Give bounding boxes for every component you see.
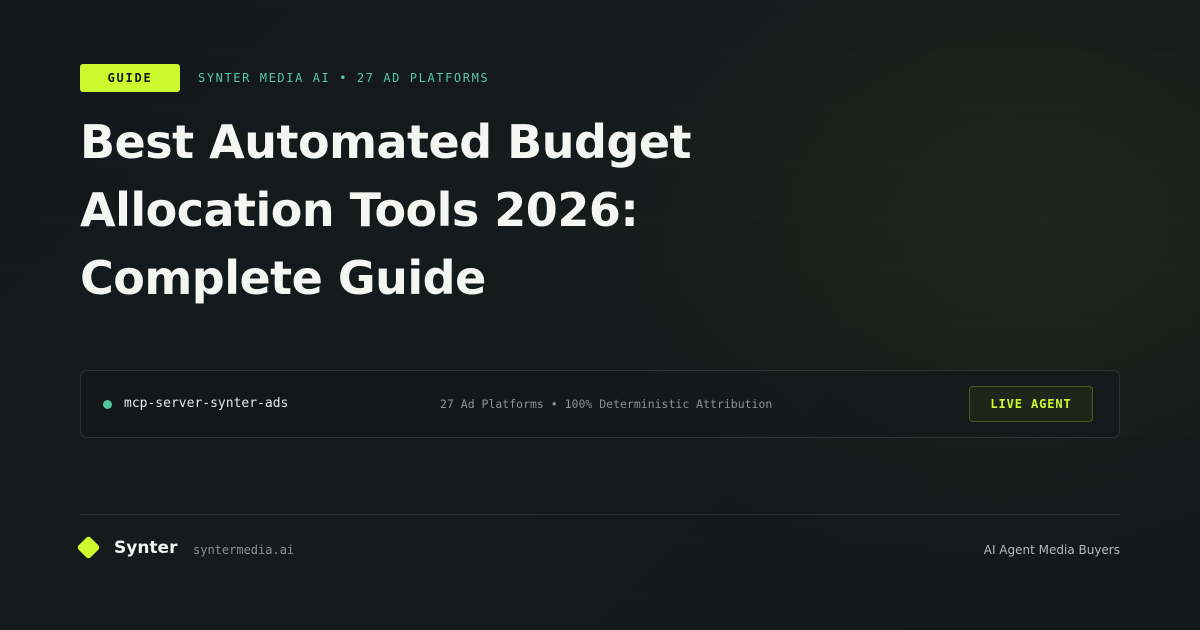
background xyxy=(0,0,1200,630)
panel-stats: 27 Ad Platforms • 100% Deterministic Att… xyxy=(440,397,773,411)
brand-url: syntermedia.ai xyxy=(193,543,295,557)
footer-tagline: AI Agent Media Buyers xyxy=(983,543,1120,557)
title-line-2: Allocation Tools 2026: xyxy=(80,183,639,237)
live-agent-button[interactable]: LIVE AGENT xyxy=(969,386,1093,422)
title-line-3: Complete Guide xyxy=(80,251,486,305)
footer-divider xyxy=(80,514,1120,515)
agent-status-panel: mcp-server-synter-ads 27 Ad Platforms • … xyxy=(80,370,1120,438)
title-line-1: Best Automated Budget xyxy=(80,115,692,169)
header-kicker: SYNTER MEDIA AI • 27 AD PLATFORMS xyxy=(198,71,490,85)
server-name: mcp-server-synter-ads xyxy=(124,396,289,411)
header-row: GUIDE SYNTER MEDIA AI • 27 AD PLATFORMS xyxy=(80,64,489,92)
page-title: Best Automated Budget Allocation Tools 2… xyxy=(80,108,800,312)
brand-name: Synter xyxy=(114,538,178,558)
status-dot-icon xyxy=(103,400,112,409)
guide-badge: GUIDE xyxy=(80,64,180,92)
